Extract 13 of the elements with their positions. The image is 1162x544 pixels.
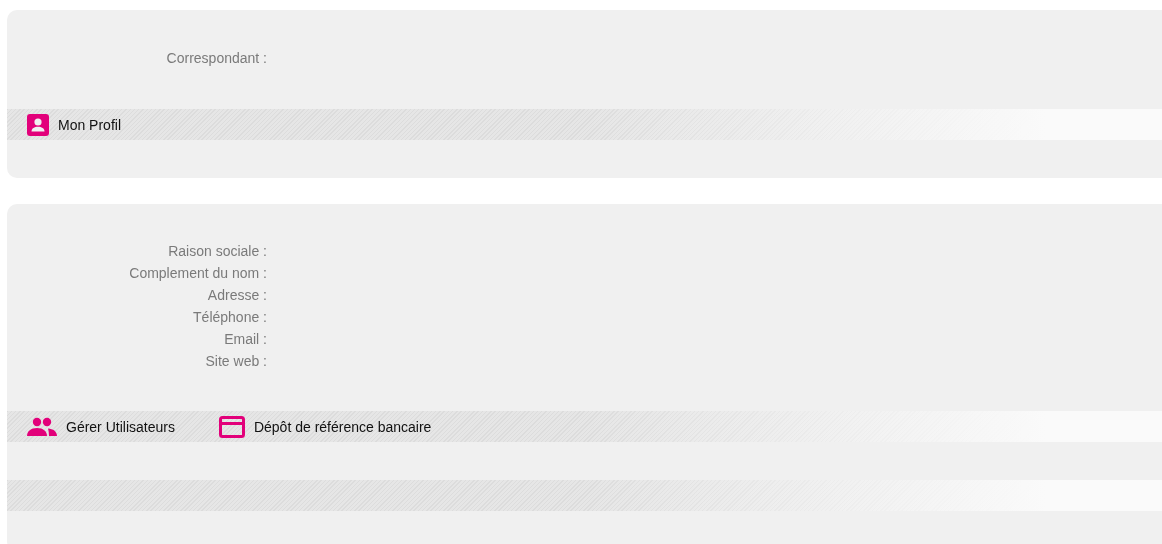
credit-card-icon <box>218 415 245 438</box>
field-label: Site web : <box>205 352 267 371</box>
field-label: Correspondant : <box>166 49 267 68</box>
field-label: Raison sociale : <box>168 242 267 261</box>
field-label: Adresse : <box>207 286 267 305</box>
field-label: Email : <box>224 330 267 349</box>
users-icon <box>27 416 57 437</box>
field-label: Complement du nom : <box>129 264 267 283</box>
profile-icon <box>27 113 49 136</box>
action-link[interactable]: Mon Profil <box>19 109 130 140</box>
action-link[interactable]: Dépôt de référence bancaire <box>210 411 440 442</box>
action-link[interactable]: Gérer Utilisateurs <box>19 411 183 442</box>
field-label: Téléphone : <box>193 308 267 327</box>
